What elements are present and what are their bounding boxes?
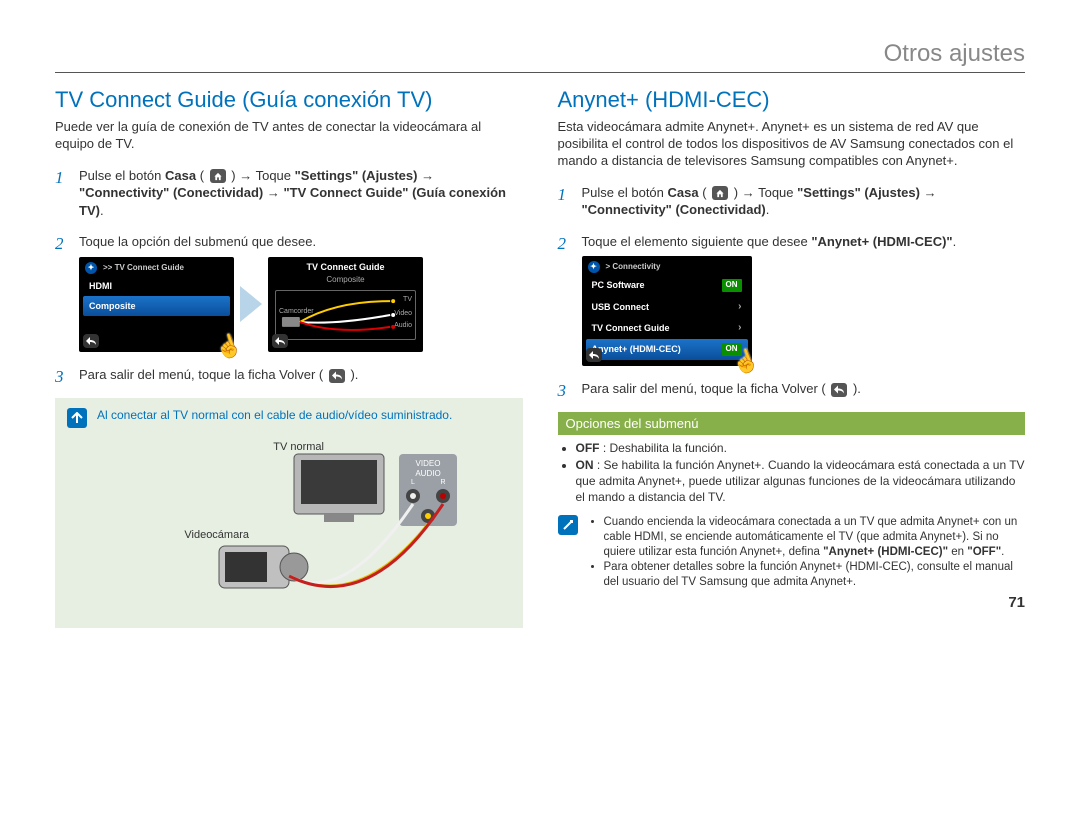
two-column-layout: TV Connect Guide (Guía conexión TV) Pued…: [55, 87, 1025, 628]
screen-menu: ✦ >> TV Connect Guide HDMI Composite ☝: [79, 257, 234, 352]
label-video: VIDEO: [415, 459, 440, 468]
chevron-right-icon: ›: [738, 321, 741, 335]
info-row: Al conectar al TV normal con el cable de…: [67, 408, 511, 428]
intro-text: Esta videocámara admite Anynet+. Anynet+…: [558, 119, 1026, 170]
option-on: ON : Se habilita la función Anynet+. Cua…: [576, 458, 1026, 505]
menu-item-tvguide: TV Connect Guide ›: [586, 317, 748, 339]
info-text: Al conectar al TV normal con el cable de…: [97, 408, 452, 424]
screen-title: TV Connect Guide: [272, 261, 419, 273]
manual-page: Otros ajustes TV Connect Guide (Guía con…: [0, 0, 1080, 658]
left-column: TV Connect Guide (Guía conexión TV) Pued…: [55, 87, 523, 628]
label-r: R: [440, 479, 445, 486]
step-2: Toque la opción del submenú que desee. ✦…: [55, 233, 523, 352]
back-icon: [272, 334, 288, 348]
globe-icon: ✦: [588, 261, 600, 273]
section-heading-anynet: Anynet+ (HDMI-CEC): [558, 87, 1026, 113]
steps-list: Pulse el botón Casa ( ) → Toque "Setting…: [55, 167, 523, 384]
note-box: Cuando encienda la videocámara conectada…: [558, 515, 1026, 590]
option-off: OFF : Deshabilita la función.: [576, 441, 1026, 457]
page-number: 71: [558, 594, 1026, 611]
step-2: Toque el elemento siguiente que desee "A…: [558, 233, 1026, 367]
connection-illustration: TV normal VIDEO AUDIO L R: [67, 436, 511, 616]
home-icon: [210, 169, 226, 183]
screen-connectivity: ✦ > Connectivity PC Software ON USB Conn…: [582, 256, 752, 366]
breadcrumb: ✦ >> TV Connect Guide: [83, 261, 230, 276]
chevron-right-icon: ›: [738, 300, 741, 314]
menu-item-anynet: Anynet+ (HDMI-CEC) ON: [586, 339, 748, 360]
menu-item-hdmi: HDMI: [83, 276, 230, 296]
label-audio: AUDIO: [415, 469, 440, 478]
intro-text: Puede ver la guía de conexión de TV ante…: [55, 119, 523, 153]
divider: [55, 72, 1025, 73]
note-item-2: Para obtener detalles sobre la función A…: [604, 560, 1026, 590]
connection-diagram: Camcorder TV Video Audio: [275, 290, 416, 340]
on-badge: ON: [722, 279, 742, 292]
options-list: OFF : Deshabilita la función. ON : Se ha…: [558, 441, 1026, 505]
screens-row: ✦ > Connectivity PC Software ON USB Conn…: [582, 256, 1026, 366]
back-icon: [329, 369, 345, 383]
step-1: Pulse el botón Casa ( ) → Toque "Setting…: [558, 184, 1026, 219]
info-box: Al conectar al TV normal con el cable de…: [55, 398, 523, 628]
screen-subtitle: Composite: [272, 275, 419, 286]
step-3: Para salir del menú, toque la ficha Volv…: [55, 366, 523, 384]
home-icon: [712, 186, 728, 200]
note-item-1: Cuando encienda la videocámara conectada…: [604, 515, 1026, 560]
step-3: Para salir del menú, toque la ficha Volv…: [558, 380, 1026, 398]
note-icon: [558, 515, 578, 535]
chapter-title: Otros ajustes: [55, 40, 1025, 68]
globe-icon: ✦: [85, 262, 97, 274]
label-camcorder: Videocámara: [184, 529, 249, 541]
label-tv: TV normal: [273, 441, 324, 453]
right-column: Anynet+ (HDMI-CEC) Esta videocámara admi…: [558, 87, 1026, 628]
back-icon: [83, 334, 99, 348]
screens-row: ✦ >> TV Connect Guide HDMI Composite ☝ T…: [79, 257, 523, 352]
section-heading-tvguide: TV Connect Guide (Guía conexión TV): [55, 87, 523, 113]
menu-item-composite: Composite: [83, 296, 230, 316]
menu-item-pcsoftware: PC Software ON: [586, 275, 748, 296]
back-icon: [586, 348, 602, 362]
tap-hand-icon: ☝: [210, 328, 246, 365]
menu-item-usbconnect: USB Connect ›: [586, 296, 748, 318]
label-l: L: [411, 479, 415, 486]
screen-diagram: TV Connect Guide Composite Camcorder TV …: [268, 257, 423, 352]
step-1: Pulse el botón Casa ( ) → Toque "Setting…: [55, 167, 523, 220]
note-content: Cuando encienda la videocámara conectada…: [588, 515, 1026, 590]
breadcrumb: ✦ > Connectivity: [586, 260, 748, 275]
submenu-options-header: Opciones del submenú: [558, 412, 1026, 435]
steps-list: Pulse el botón Casa ( ) → Toque "Setting…: [558, 184, 1026, 398]
arrow-right-icon: [240, 286, 262, 322]
back-icon: [831, 383, 847, 397]
info-icon: [67, 408, 87, 428]
